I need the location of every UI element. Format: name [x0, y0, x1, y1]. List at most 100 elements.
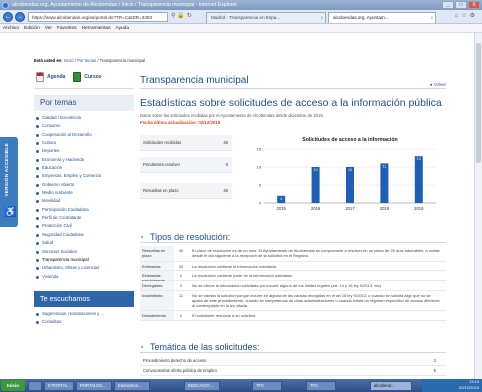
sidebar-item[interactable]: Empresas, Empleo y Comercio: [34, 172, 134, 180]
settings-gear-icon[interactable]: ⚙: [470, 13, 478, 19]
taskbar-item[interactable]: INDICACIO...: [184, 380, 220, 391]
resolution-row: Denegadas 0 No se ofrece la información so…: [140, 281, 446, 291]
tab-alcobendas[interactable]: alcobendas.org, Ayuntam... x: [328, 12, 436, 23]
back-link-label: Volver: [433, 82, 446, 87]
sidebar-item[interactable]: Gobierno Abierto: [34, 181, 134, 189]
lock-icon[interactable]: 🔒: [177, 13, 186, 19]
breadcrumb-home[interactable]: Inicio: [64, 58, 74, 63]
sidebar-item[interactable]: Participación Ciudadana: [34, 206, 134, 214]
taskbar-item[interactable]: [28, 380, 42, 391]
page-viewport: Está usted en: Inicio / Por temas / Tran…: [0, 33, 482, 379]
sidebar-item[interactable]: Deportes: [34, 147, 134, 155]
y-tick-label: 10: [257, 165, 262, 170]
sidebar-item[interactable]: Perfil de Contratante: [34, 214, 134, 222]
window-controls: _ □ X: [442, 1, 480, 9]
vertical-scrollbar[interactable]: [474, 33, 482, 379]
back-link[interactable]: ● Volver: [430, 77, 446, 93]
sidebar-item[interactable]: Protección Civil: [34, 222, 134, 230]
sidebar-item[interactable]: Educación: [34, 164, 134, 172]
tab-close-icon[interactable]: x: [321, 13, 323, 23]
resolution-value: 0: [179, 313, 183, 318]
bar: [380, 163, 389, 203]
quicklink-label: Cursos: [84, 73, 102, 80]
sidebar-item[interactable]: Vivienda: [34, 273, 134, 281]
topic-label: Convocatorias oferta pública de empleo: [143, 368, 217, 373]
taskbar: Inicio 0 PORTAL ... PORTALES... Elementos …: [0, 379, 482, 392]
feedback-item[interactable]: Consultas: [34, 318, 134, 326]
bar-value-label: 2: [280, 197, 282, 201]
forward-arrow-icon[interactable]: →: [15, 12, 25, 22]
window-titlebar: alcobendas.org, Ayuntamiento de Alcobend…: [0, 0, 482, 10]
sidebar-item[interactable]: Servicios Sociales: [34, 248, 134, 256]
y-tick-label: 0: [259, 201, 262, 206]
accessible-version-tab[interactable]: VERSIÓN ACCESIBLE ♿: [0, 137, 18, 227]
scrollbar-thumb[interactable]: [476, 43, 481, 163]
sidebar-item[interactable]: Cooperación al Desarrollo: [34, 131, 134, 139]
breadcrumb-current: Transparencia municipal: [99, 58, 146, 63]
menu-ver[interactable]: Ver: [45, 24, 52, 32]
sidebar-item[interactable]: Movilidad: [34, 197, 134, 205]
resolution-text: No se tramita la solicitud porque incurr…: [192, 293, 440, 308]
resolution-row: Inadmitidas 11 No se tramita la solicitud …: [140, 291, 446, 311]
internet-explorer-icon: [2, 1, 9, 9]
menu-herramientas[interactable]: Herramientas: [82, 24, 111, 32]
close-window-button[interactable]: X: [468, 1, 480, 9]
back-arrow-icon[interactable]: ←: [3, 12, 13, 22]
stat-resolved: Resueltas en plazo 46: [140, 183, 232, 199]
topics-heading: Temática de las solicitudes:: [140, 341, 446, 353]
url-input[interactable]: https://www.alcobendas.org/es/portal.do?…: [28, 12, 168, 22]
tab-label: alcobendas.org, Ayuntam...: [333, 15, 389, 20]
refresh-icon[interactable]: ↻: [187, 13, 194, 19]
menu-archivo[interactable]: Archivo: [3, 24, 19, 32]
menu-ayuda[interactable]: Ayuda: [115, 24, 129, 32]
taskbar-item[interactable]: 0 PORTAL ...: [44, 380, 74, 391]
taskbar-item[interactable]: Elementos ...: [114, 380, 150, 391]
sidebar-item[interactable]: Consumo: [34, 122, 134, 130]
quicklink-label: Agenda: [47, 73, 66, 80]
bar-value-label: 11: [383, 164, 387, 168]
topic-label: Procedimiento derecho de acceso: [143, 358, 207, 363]
sidebar-item[interactable]: Economía y Hacienda: [34, 156, 134, 164]
tab-close-icon[interactable]: x: [431, 13, 433, 23]
bar: [346, 167, 354, 203]
address-tools: ⚲🔒↻: [171, 12, 194, 19]
sidebar-item[interactable]: Seguridad Ciudadana: [34, 231, 134, 239]
chart-title: Solicitudes de acceso a la información: [302, 137, 397, 143]
calendar-icon: [36, 71, 44, 82]
resolution-label: Estimadas: [140, 262, 174, 270]
sidebar-item[interactable]: Medio Ambiente: [34, 189, 134, 197]
left-sidebar: Agenda Cursos Por temas Calidad / Excele…: [34, 65, 134, 379]
resolution-label: Desistimiento: [140, 311, 174, 320]
quick-links: Agenda Cursos: [34, 65, 134, 89]
topic-row: Convocatorias oferta pública de empleo 5: [140, 366, 446, 376]
bar-value-label: 10: [314, 168, 318, 172]
favorites-star-icon[interactable]: ☆: [461, 13, 469, 19]
taskbar-item[interactable]: TFC: [306, 380, 336, 391]
taskbar-item[interactable]: PORTALES...: [76, 380, 112, 391]
resolution-text: El plazo de resolución es de un mes. El …: [192, 248, 440, 258]
sidebar-item[interactable]: Salud: [34, 239, 134, 247]
sidebar-item[interactable]: Transparencia municipal: [34, 256, 134, 264]
section-description: Datos sobre las solicitudes recibidas po…: [140, 113, 324, 118]
quicklink-cursos[interactable]: Cursos: [73, 71, 102, 82]
sidebar-item[interactable]: Cultura: [34, 139, 134, 147]
start-button[interactable]: Inicio: [1, 380, 25, 391]
tab-madrid[interactable]: Madrid - Transparencia en Espa... x: [206, 12, 326, 23]
taskbar-item[interactable]: alcobend...: [370, 380, 412, 391]
sidebar-item[interactable]: Calidad / Excelencia: [34, 114, 134, 122]
taskbar-item[interactable]: TFC: [252, 380, 282, 391]
topic-value: 2: [433, 358, 436, 363]
stat-label: Resueltas en plazo: [143, 188, 179, 193]
requests-chart: Solicitudes de acceso a la información 0 5…: [240, 133, 446, 217]
menu-favoritos[interactable]: Favoritos: [57, 24, 77, 32]
sidebar-item[interactable]: Urbanismo, Obras y Licencias: [34, 264, 134, 272]
breadcrumb-topics[interactable]: Por temas: [77, 58, 96, 63]
quicklink-agenda[interactable]: Agenda: [36, 71, 66, 82]
maximize-button[interactable]: □: [455, 1, 467, 9]
minimize-button[interactable]: _: [442, 1, 454, 9]
topic-list: Calidad / Excelencia Consumo Cooperación a…: [34, 114, 134, 281]
menu-edicion[interactable]: Edición: [24, 24, 40, 32]
last-updated: Fecha última actualización: 02/12/2019: [140, 120, 221, 125]
stat-value: 0: [225, 162, 228, 167]
feedback-item[interactable]: Sugerencias, reclamaciones y ...: [34, 310, 134, 318]
